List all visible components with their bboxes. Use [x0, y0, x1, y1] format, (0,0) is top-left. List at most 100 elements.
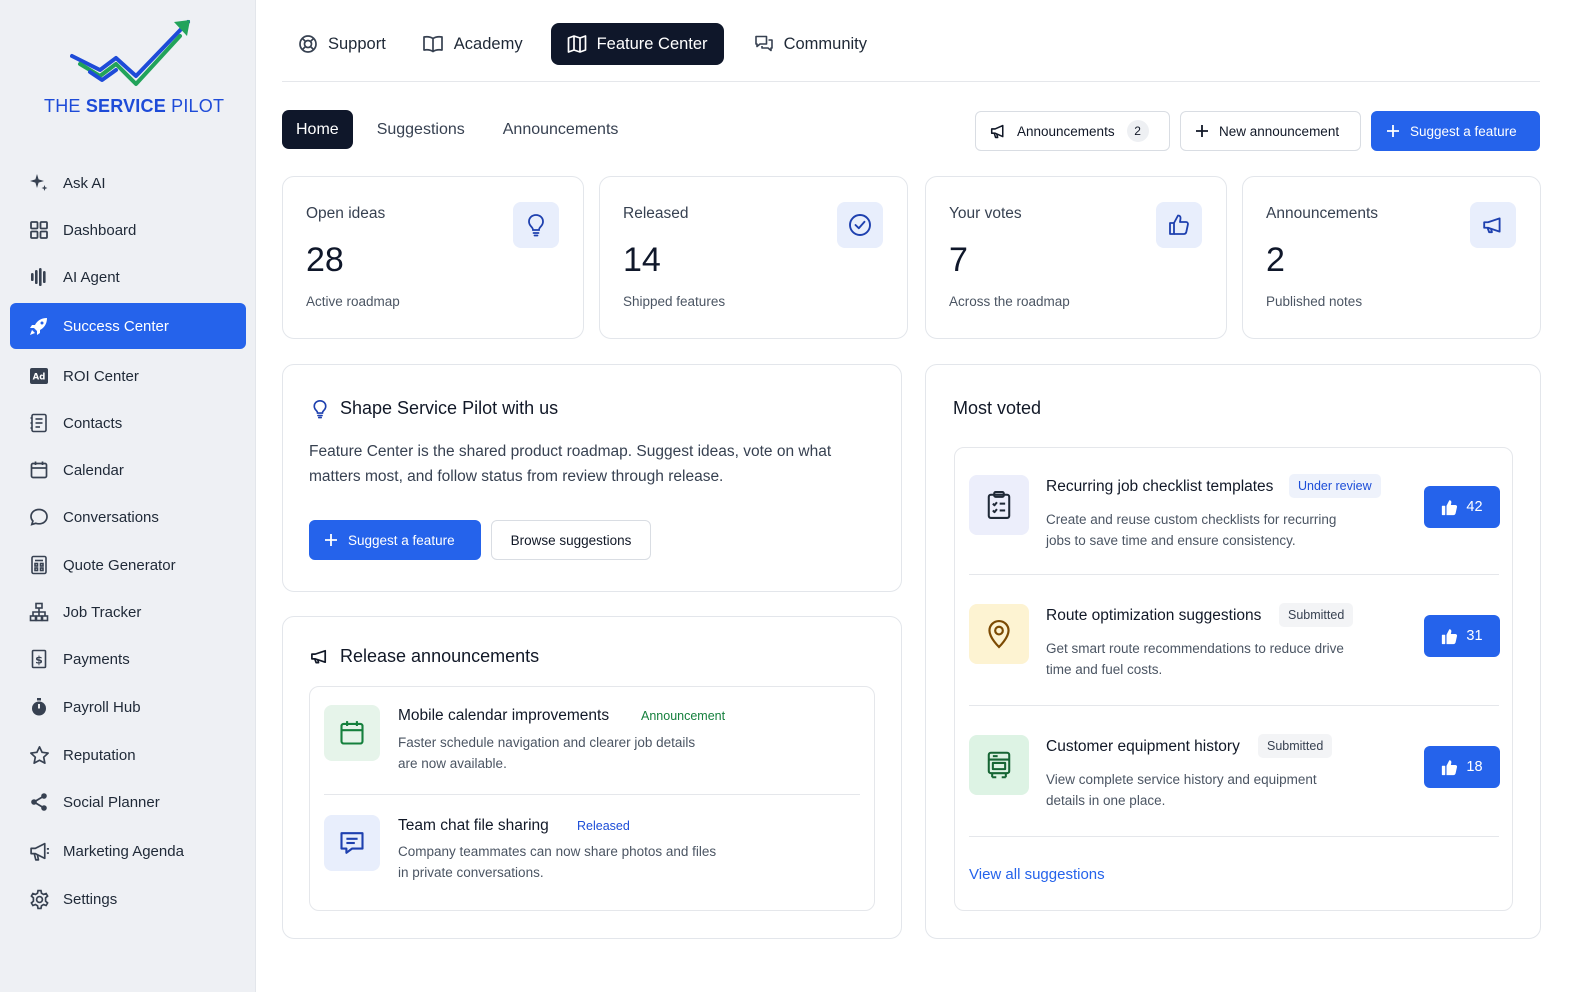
sidebar-item-label: Settings: [63, 890, 118, 908]
subtab-announcements[interactable]: Announcements: [489, 110, 633, 149]
sidebar-item-label: Social Planner: [63, 793, 160, 811]
stat-value: 28: [306, 241, 344, 279]
megaphone-icon: [28, 840, 50, 862]
upvote-button[interactable]: 18: [1424, 746, 1500, 788]
sidebar-item-dashboard[interactable]: Dashboard: [10, 207, 246, 253]
lightbulb-icon: [311, 398, 329, 420]
view-all-suggestions-link[interactable]: View all suggestions: [969, 866, 1105, 883]
stat-subtitle: Published notes: [1266, 294, 1363, 309]
suggest-feature-label: Suggest a feature: [1410, 123, 1517, 139]
announcement-tag: Announcement: [641, 709, 726, 723]
tab-support[interactable]: Support: [282, 23, 402, 65]
sidebar-item-label: Quote Generator: [63, 556, 176, 574]
chat-icon: [324, 815, 380, 871]
tab-label: Community: [783, 34, 867, 53]
stat-card-announcements: Announcements 2 Published notes: [1242, 176, 1541, 339]
sidebar-item-payments[interactable]: $ Payments: [10, 636, 246, 682]
check-circle-icon: [837, 202, 883, 248]
vote-count: 18: [1466, 759, 1483, 775]
sidebar-item-contacts[interactable]: Contacts: [10, 400, 246, 446]
suggestion-title[interactable]: Route optimization suggestions: [1046, 607, 1261, 625]
stat-label: Released: [623, 205, 689, 222]
sidebar-item-roi-center[interactable]: Ad ROI Center: [10, 353, 246, 399]
grid-icon: [28, 219, 50, 241]
stat-label: Announcements: [1266, 205, 1379, 222]
chat-icon: [28, 506, 50, 528]
messages-icon: [754, 34, 774, 54]
subtab-home[interactable]: Home: [282, 110, 353, 149]
suggest-feature-button[interactable]: Suggest a feature: [1371, 111, 1540, 151]
tab-academy[interactable]: Academy: [406, 23, 539, 65]
tab-feature-center[interactable]: Feature Center: [550, 23, 724, 65]
sidebar: THE SERVICE PILOT Ask AI Dashboard AI Ag…: [0, 0, 256, 992]
sidebar-item-success-center[interactable]: Success Center: [10, 303, 246, 349]
equipment-icon: [969, 735, 1029, 795]
release-list: Mobile calendar improvements Announcemen…: [309, 686, 875, 911]
suggestion-description: Create and reuse custom checklists for r…: [1046, 512, 1337, 548]
contacts-icon: [28, 412, 50, 434]
sidebar-item-label: Job Tracker: [63, 603, 142, 621]
release-item-description: Company teammates can now share photos a…: [398, 844, 717, 880]
release-item-title[interactable]: Mobile calendar improvements: [398, 707, 609, 725]
tab-label: Support: [328, 34, 386, 53]
shape-suggest-feature-label: Suggest a feature: [348, 532, 455, 548]
thumbs-up-icon: [1441, 628, 1458, 645]
brand-name: THE SERVICE PILOT: [44, 96, 225, 116]
row-divider: [324, 794, 860, 795]
tracker-icon: [28, 601, 50, 623]
plus-icon: [1195, 124, 1209, 138]
tab-label: Feature Center: [596, 34, 708, 53]
brand-logo[interactable]: THE SERVICE PILOT: [44, 18, 224, 118]
tab-label: Academy: [453, 34, 523, 53]
svg-text:Ad: Ad: [33, 373, 46, 383]
suggestion-description: View complete service history and equipm…: [1046, 772, 1317, 808]
sidebar-item-marketing-agenda[interactable]: Marketing Agenda: [10, 828, 246, 874]
sidebar-item-ai-agent[interactable]: AI Agent: [10, 254, 246, 300]
shape-suggest-feature-button[interactable]: Suggest a feature: [309, 520, 481, 560]
lightbulb-icon: [513, 202, 559, 248]
sidebar-item-ask-ai[interactable]: Ask AI: [10, 160, 246, 206]
sub-tabs: Home Suggestions Announcements: [282, 110, 642, 149]
most-voted-title: Most voted: [953, 398, 1042, 418]
sidebar-item-label: ROI Center: [63, 367, 139, 385]
suggestion-title[interactable]: Customer equipment history: [1046, 738, 1240, 756]
release-item-title[interactable]: Team chat file sharing: [398, 817, 549, 835]
voice-icon: [28, 266, 50, 288]
stat-label: Open ideas: [306, 205, 386, 222]
sidebar-item-job-tracker[interactable]: Job Tracker: [10, 589, 246, 635]
upvote-button[interactable]: 31: [1424, 615, 1500, 657]
subtab-suggestions[interactable]: Suggestions: [363, 110, 479, 149]
share-icon: [28, 791, 50, 813]
sidebar-item-label: Contacts: [63, 414, 123, 432]
sidebar-item-label: Success Center: [63, 317, 169, 335]
row-divider: [969, 836, 1499, 837]
stat-card-your-votes: Your votes 7 Across the roadmap: [925, 176, 1227, 339]
sidebar-item-settings[interactable]: Settings: [10, 876, 246, 922]
most-voted-card: Most voted Recurring job checklist templ…: [925, 364, 1541, 939]
sidebar-item-label: Marketing Agenda: [63, 842, 184, 860]
release-announcements-card: Release announcements Mobile calendar im…: [282, 616, 902, 939]
released-tag: Released: [577, 819, 630, 833]
sidebar-item-reputation[interactable]: Reputation: [10, 732, 246, 778]
shape-card: Shape Service Pilot with us Feature Cent…: [282, 364, 902, 592]
sidebar-item-quote-generator[interactable]: Quote Generator: [10, 542, 246, 588]
sparkle-icon: [28, 172, 50, 194]
new-announcement-button[interactable]: New announcement: [1180, 111, 1361, 151]
sidebar-item-payroll-hub[interactable]: Payroll Hub: [10, 684, 246, 730]
shape-description: Feature Center is the shared product roa…: [309, 443, 832, 485]
announcements-button[interactable]: Announcements 2: [975, 111, 1170, 151]
suggestion-description: Get smart route recommendations to reduc…: [1046, 641, 1344, 677]
sidebar-item-calendar[interactable]: Calendar: [10, 447, 246, 493]
suggestion-title[interactable]: Recurring job checklist templates: [1046, 478, 1273, 496]
sidebar-item-conversations[interactable]: Conversations: [10, 494, 246, 540]
upvote-button[interactable]: 42: [1424, 486, 1500, 528]
sidebar-item-label: AI Agent: [63, 268, 120, 286]
sidebar-item-social-planner[interactable]: Social Planner: [10, 779, 246, 825]
plus-icon: [324, 533, 338, 547]
stat-label: Your votes: [949, 205, 1022, 222]
map-icon: [567, 34, 587, 54]
browse-suggestions-button[interactable]: Browse suggestions: [491, 520, 651, 560]
tab-community[interactable]: Community: [738, 23, 883, 65]
star-icon: [28, 744, 50, 766]
lifebuoy-icon: [298, 34, 318, 54]
